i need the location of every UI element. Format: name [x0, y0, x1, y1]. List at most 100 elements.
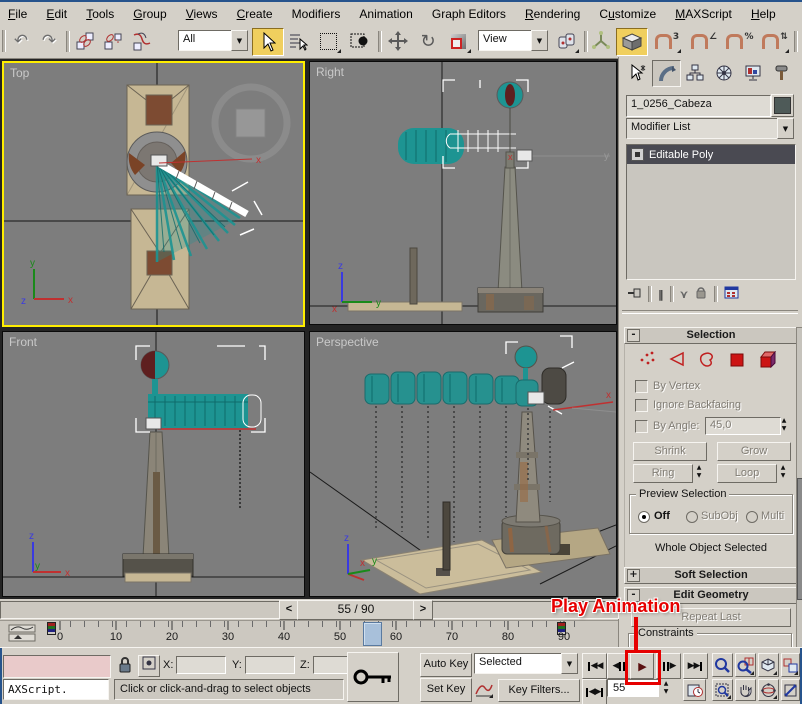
- select-and-link-icon[interactable]: [72, 28, 98, 54]
- menu-rendering[interactable]: Rendering: [517, 4, 588, 21]
- menu-modifiers[interactable]: Modifiers: [284, 4, 349, 21]
- element-subobject-icon[interactable]: [759, 351, 778, 371]
- rollout-soft-selection-header[interactable]: + Soft Selection: [624, 567, 798, 584]
- by-angle-checkbox[interactable]: [635, 420, 648, 433]
- modifier-stack[interactable]: Editable Poly: [626, 144, 796, 280]
- rollout-selection-header[interactable]: - Selection: [624, 327, 798, 344]
- by-angle-field[interactable]: 45,0: [705, 417, 781, 435]
- arc-rotate-icon[interactable]: [758, 679, 779, 701]
- tab-display[interactable]: [739, 60, 766, 85]
- select-and-manipulate-icon[interactable]: [588, 28, 614, 54]
- keyframe-marker-90[interactable]: [557, 622, 566, 635]
- select-object-icon[interactable]: [252, 28, 284, 56]
- viewport-right[interactable]: y: [309, 61, 617, 325]
- menu-animation[interactable]: Animation: [351, 4, 420, 21]
- menu-tools[interactable]: Tools: [78, 4, 122, 21]
- time-configuration-icon[interactable]: [683, 679, 706, 701]
- viewport-front[interactable]: z y x Front: [2, 331, 305, 597]
- window-crossing-icon[interactable]: [344, 28, 374, 54]
- reference-coordinate-dropdown-arrow[interactable]: ▼: [531, 30, 548, 51]
- zoom-extents-all-icon[interactable]: [781, 653, 800, 677]
- viewport-top[interactable]: x y x z Top: [2, 61, 305, 327]
- x-coord-field[interactable]: [176, 656, 226, 674]
- show-end-result-icon[interactable]: ‖: [658, 288, 664, 301]
- vertex-subobject-icon[interactable]: [639, 351, 656, 371]
- menu-create[interactable]: Create: [229, 4, 281, 21]
- zoom-extents-icon[interactable]: [758, 653, 779, 677]
- modifier-list-dropdown-arrow[interactable]: ▼: [777, 118, 794, 139]
- panel-scrollbar-thumb[interactable]: [797, 478, 802, 600]
- angle-snap-icon[interactable]: ∠: [688, 28, 720, 54]
- key-filters-button[interactable]: Key Filters...: [498, 679, 580, 702]
- select-and-scale-icon[interactable]: [444, 28, 472, 54]
- modifier-stack-item-editable-poly[interactable]: Editable Poly: [627, 145, 795, 164]
- region-zoom-icon[interactable]: [712, 679, 733, 701]
- remove-modifier-icon[interactable]: [694, 285, 708, 303]
- maximize-viewport-toggle-icon[interactable]: [781, 679, 800, 701]
- selection-filter-combo[interactable]: All ▼: [178, 30, 248, 51]
- percent-snap-icon[interactable]: %: [724, 28, 756, 54]
- bind-to-space-warp-icon[interactable]: [128, 28, 156, 54]
- make-unique-icon[interactable]: ⋎: [680, 288, 689, 301]
- tab-hierarchy[interactable]: [681, 60, 708, 85]
- preview-off-radio[interactable]: [638, 511, 650, 523]
- grow-button[interactable]: Grow: [717, 442, 791, 461]
- tab-motion[interactable]: [710, 60, 737, 85]
- frame-indicator[interactable]: 55 / 90: [297, 600, 415, 620]
- menu-maxscript[interactable]: MAXScript: [667, 4, 740, 21]
- panel-scrollbar[interactable]: [796, 327, 802, 654]
- by-vertex-checkbox[interactable]: [635, 380, 648, 393]
- loop-button[interactable]: Loop: [717, 464, 777, 483]
- mini-curve-editor-icon[interactable]: [8, 624, 36, 645]
- set-keys-button[interactable]: [347, 652, 399, 702]
- go-to-start-button[interactable]: ◀◀: [582, 653, 607, 679]
- absolute-offset-mode-icon[interactable]: [138, 655, 160, 677]
- maxscript-mini-listener-pink[interactable]: [3, 655, 111, 678]
- ignore-backfacing-checkbox[interactable]: [635, 399, 648, 412]
- modifier-list-value[interactable]: Modifier List: [626, 118, 779, 139]
- selection-filter-dropdown-arrow[interactable]: ▼: [231, 30, 248, 51]
- rectangular-selection-region-icon[interactable]: [314, 28, 342, 54]
- menu-edit[interactable]: Edit: [38, 4, 75, 21]
- auto-key-button[interactable]: Auto Key: [420, 653, 472, 677]
- zoom-icon[interactable]: [712, 653, 733, 677]
- unlink-selection-icon[interactable]: [100, 28, 126, 54]
- keyframe-marker-0[interactable]: [47, 622, 56, 635]
- modifier-list-combo[interactable]: Modifier List ▼: [626, 118, 794, 139]
- menu-customize[interactable]: Customize: [591, 4, 664, 21]
- tab-utilities[interactable]: [768, 60, 795, 85]
- set-key-button[interactable]: Set Key: [420, 678, 472, 702]
- toolbar-handle[interactable]: [2, 30, 5, 52]
- track-bar[interactable]: 0 10 20 30 40 50 60 70 80 90: [0, 620, 618, 648]
- tab-modify[interactable]: [652, 60, 681, 87]
- reference-coordinate-value[interactable]: View: [478, 30, 533, 51]
- configure-modifier-sets-icon[interactable]: [724, 285, 740, 303]
- object-name-field[interactable]: 1_0256_Cabeza: [626, 95, 771, 117]
- edge-subobject-icon[interactable]: [669, 351, 686, 371]
- pan-hand-icon[interactable]: [735, 679, 756, 701]
- ring-spinner[interactable]: ▲▼: [693, 464, 705, 480]
- preview-subobj-radio[interactable]: [686, 511, 698, 523]
- spinner-snap-icon[interactable]: ⇅: [760, 28, 790, 54]
- key-mode-toggle-button[interactable]: ◀▶: [582, 679, 607, 704]
- time-slider-handle[interactable]: [363, 622, 382, 646]
- use-pivot-point-center-icon[interactable]: [552, 28, 580, 54]
- snaps-cube-toggle-icon[interactable]: [616, 28, 648, 56]
- loop-spinner[interactable]: ▲▼: [777, 464, 789, 480]
- menu-group[interactable]: Group: [125, 4, 174, 21]
- reference-coordinate-combo[interactable]: View ▼: [478, 30, 548, 51]
- object-color-swatch[interactable]: [771, 94, 794, 117]
- border-subobject-icon[interactable]: [699, 351, 716, 371]
- viewport-perspective[interactable]: x z x y Perspective: [309, 331, 617, 597]
- undo-icon[interactable]: ↶: [8, 28, 34, 54]
- select-by-name-icon[interactable]: [284, 28, 312, 54]
- maxscript-mini-listener[interactable]: AXScript.: [3, 679, 109, 700]
- ring-button[interactable]: Ring: [633, 464, 693, 483]
- pin-stack-icon[interactable]: [626, 286, 642, 303]
- snaps-toggle-3d-icon[interactable]: 3: [652, 28, 682, 54]
- expand-icon[interactable]: +: [627, 569, 640, 582]
- previous-frame-arrow[interactable]: <: [279, 600, 299, 620]
- shrink-button[interactable]: Shrink: [633, 442, 707, 461]
- default-tangent-icon[interactable]: [474, 679, 494, 699]
- key-filter-selection-value[interactable]: Selected: [474, 653, 563, 674]
